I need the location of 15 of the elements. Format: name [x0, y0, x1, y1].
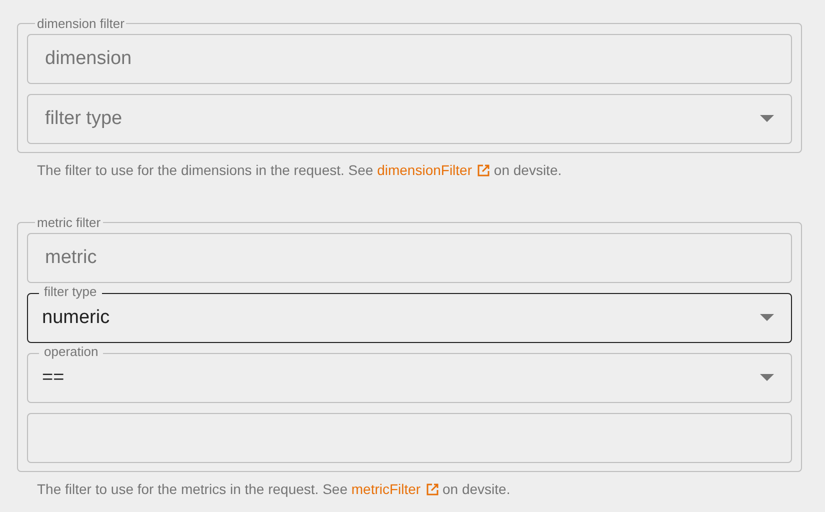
help-text: The filter to use for the metrics in the request. See metricFilter on devsite. [36, 479, 512, 498]
field-label: filter type [39, 284, 102, 300]
input-field[interactable]: dimension [27, 34, 792, 84]
dropdown-arrow-icon[interactable] [760, 374, 774, 381]
dropdown-arrow-icon[interactable] [760, 115, 774, 122]
select-field[interactable]: filter type [27, 94, 792, 144]
external-link-icon [426, 482, 439, 496]
input-field[interactable]: metric [27, 233, 792, 283]
field-label: operation [39, 344, 104, 360]
external-link-icon [477, 164, 490, 176]
group-title: dimension filter [36, 16, 126, 31]
help-text: The filter to use for the dimensions in the request. See dimensionFilter on devsite. [36, 160, 563, 179]
input-field[interactable] [27, 413, 792, 463]
group-title: metric filter [36, 215, 102, 230]
dropdown-arrow-icon[interactable] [760, 314, 774, 321]
